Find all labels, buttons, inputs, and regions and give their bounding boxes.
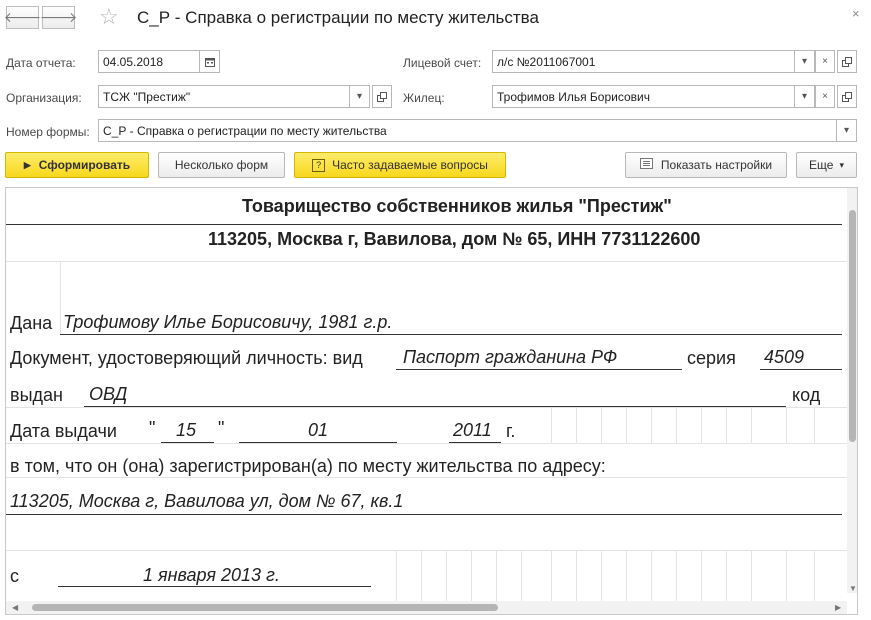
dropdown-chevron-icon[interactable]: ▾ — [794, 51, 814, 72]
more-button[interactable]: Еще ▾ — [796, 152, 857, 178]
address-value: 113205, Москва г, Вавилова ул, дом № 67,… — [10, 491, 404, 511]
id-doc-label: Документ, удостоверяющий личность: вид — [10, 348, 363, 368]
account-field[interactable]: л/с №2011067001 ▾ — [492, 50, 815, 73]
quote-open: " — [149, 418, 156, 438]
org-field[interactable]: ТСЖ "Престиж" ▾ — [98, 85, 370, 108]
question-icon: ? — [312, 158, 326, 172]
dropdown-chevron-icon[interactable]: ▾ — [836, 120, 856, 141]
scroll-right-icon[interactable]: ▶ — [835, 603, 841, 612]
open-icon[interactable] — [837, 50, 857, 73]
generate-button[interactable]: ▶ Сформировать — [5, 152, 149, 178]
form-number-field[interactable]: С_Р - Справка о регистрации по месту жит… — [98, 119, 857, 142]
show-settings-button[interactable]: Показать настройки — [625, 152, 787, 178]
report-spreadsheet[interactable]: Товарищество собственников жилья "Прести… — [5, 187, 858, 615]
report-date-field[interactable]: 04.05.2018 — [98, 50, 220, 73]
account-label: Лицевой счет: — [403, 56, 482, 70]
account-value: л/с №2011067001 — [497, 55, 596, 69]
issued-to-label: Дана — [10, 313, 53, 333]
registered-text: в том, что он (она) зарегистрирован(а) п… — [10, 456, 606, 476]
series-value: 4509 — [764, 347, 805, 367]
org-label: Организация: — [6, 91, 82, 105]
dropdown-chevron-icon[interactable]: ▾ — [349, 86, 369, 107]
id-doc-value: Паспорт гражданина РФ — [403, 347, 618, 367]
issue-day-value: 15 — [176, 420, 197, 440]
form-number-label: Номер формы: — [6, 125, 90, 139]
resident-field[interactable]: Трофимов Илья Борисович ▾ — [492, 85, 815, 108]
year-suffix: г. — [506, 421, 516, 441]
org-value: ТСЖ "Престиж" — [103, 90, 191, 104]
horizontal-scrollbar-thumb[interactable] — [32, 604, 498, 611]
issue-year-value: 2011 — [453, 420, 492, 440]
open-icon[interactable] — [372, 85, 392, 108]
play-icon: ▶ — [23, 159, 31, 170]
series-label: серия — [687, 348, 736, 368]
clear-icon[interactable]: × — [815, 50, 835, 73]
org-address-text: 113205, Москва г, Вавилова, дом № 65, ИН… — [208, 229, 701, 249]
chevron-down-icon: ▾ — [839, 159, 844, 170]
resident-label: Жилец: — [403, 91, 445, 105]
quote-close: " — [218, 418, 225, 438]
report-date-value: 04.05.2018 — [103, 55, 164, 69]
form-number-value: С_Р - Справка о регистрации по месту жит… — [103, 124, 387, 138]
faq-button[interactable]: ? Часто задаваемые вопросы — [294, 152, 506, 178]
arrow-left-icon: 🡐 — [3, 9, 42, 25]
open-icon[interactable] — [837, 85, 857, 108]
report-date-label: Дата отчета: — [6, 56, 76, 70]
forward-button[interactable]: 🡒 — [39, 6, 78, 29]
close-icon[interactable]: × — [852, 6, 860, 21]
clear-icon[interactable]: × — [815, 85, 835, 108]
code-label: код — [792, 385, 821, 405]
resident-value: Трофимов Илья Борисович — [497, 90, 650, 104]
issue-month-value: 01 — [308, 420, 329, 440]
calendar-icon[interactable] — [199, 51, 219, 72]
issue-date-label: Дата выдачи — [10, 421, 117, 441]
issued-to-value: Трофимову Илье Борисовичу, 1981 г.р. — [63, 312, 393, 332]
scroll-down-icon[interactable]: ▼ — [849, 584, 857, 593]
since-label: с — [10, 566, 19, 586]
arrow-right-icon: 🡒 — [39, 9, 78, 25]
since-value: 1 января 2013 г. — [143, 565, 280, 585]
several-forms-button[interactable]: Несколько форм — [158, 152, 285, 178]
scroll-left-icon[interactable]: ◀ — [12, 603, 18, 612]
org-name-text: Товарищество собственников жилья "Прести… — [242, 196, 672, 216]
window-title: С_Р - Справка о регистрации по месту жит… — [137, 8, 539, 27]
issued-by-label: выдан — [10, 385, 63, 405]
vertical-scrollbar-thumb[interactable] — [849, 210, 856, 442]
dropdown-chevron-icon[interactable]: ▾ — [794, 86, 814, 107]
settings-icon — [639, 158, 653, 172]
back-button[interactable]: 🡐 — [3, 6, 42, 29]
issued-by-value: ОВД — [89, 384, 128, 404]
favorite-star-icon[interactable]: ☆ — [99, 4, 119, 30]
